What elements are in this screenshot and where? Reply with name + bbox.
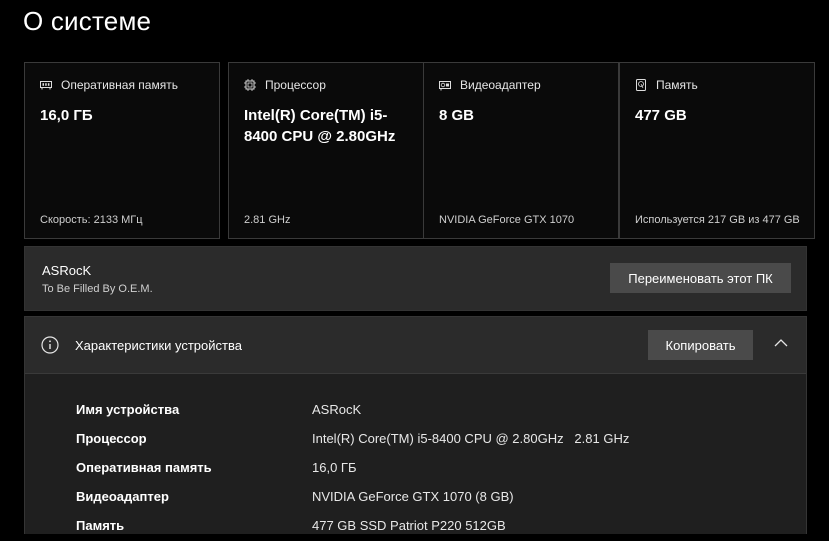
- ram-icon: [40, 79, 52, 91]
- spec-row: Оперативная память 16,0 ГБ: [25, 454, 806, 483]
- card-value: Intel(R) Core(TM) i5-8400 CPU @ 2.80GHz: [244, 107, 396, 145]
- spec-value: 16,0 ГБ: [312, 460, 357, 475]
- summary-cards: Оперативная память 16,0 ГБ Скорость: 213…: [24, 62, 815, 239]
- card-storage: Память 477 GB Используется 217 GB из 477…: [619, 62, 815, 239]
- card-label: Память: [656, 78, 698, 92]
- chevron-up-icon[interactable]: [773, 335, 789, 351]
- card-label: Процессор: [265, 78, 326, 92]
- device-specs-panel: Характеристики устройства Копировать Имя…: [24, 316, 807, 534]
- spec-row: Память 477 GB SSD Patriot P220 512GB: [25, 512, 806, 541]
- rename-pc-button[interactable]: Переименовать этот ПК: [610, 263, 791, 293]
- spec-key: Память: [76, 518, 125, 533]
- spec-key: Оперативная память: [76, 460, 212, 475]
- card-value: 477 GB: [635, 107, 687, 124]
- card-value: 8 GB: [439, 107, 475, 124]
- card-ram: Оперативная память 16,0 ГБ Скорость: 213…: [24, 62, 220, 239]
- card-footer: Используется 217 GB из 477 GB: [635, 214, 800, 226]
- cpu-icon: [244, 79, 256, 91]
- card-footer: NVIDIA GeForce GTX 1070: [439, 214, 575, 226]
- copy-button[interactable]: Копировать: [648, 330, 753, 360]
- spec-value: NVIDIA GeForce GTX 1070 (8 GB): [312, 489, 514, 504]
- card-value: 16,0 ГБ: [40, 107, 93, 124]
- info-icon: [41, 336, 59, 354]
- card-footer: 2.81 GHz: [244, 214, 291, 226]
- card-footer: Скорость: 2133 МГц: [40, 214, 143, 226]
- pc-model: To Be Filled By O.E.M.: [42, 283, 153, 295]
- card-cpu: Процессор Intel(R) Core(TM) i5-8400 CPU …: [228, 62, 424, 239]
- device-specs-title: Характеристики устройства: [75, 338, 242, 353]
- pc-name: ASRocK: [42, 263, 92, 278]
- spec-key: Видеоадаптер: [76, 489, 169, 504]
- device-specs-header[interactable]: Характеристики устройства Копировать: [25, 317, 806, 374]
- spec-value: ASRocK: [312, 402, 362, 417]
- spec-row: Видеоадаптер NVIDIA GeForce GTX 1070 (8 …: [25, 483, 806, 512]
- spec-key: Имя устройства: [76, 402, 180, 417]
- card-label: Видеоадаптер: [460, 78, 541, 92]
- spec-value: 477 GB SSD Patriot P220 512GB: [312, 518, 506, 533]
- pc-name-panel: ASRocK To Be Filled By O.E.M. Переименов…: [24, 246, 807, 311]
- spec-row: Имя устройства ASRocK: [25, 396, 806, 425]
- spec-key: Процессор: [76, 431, 147, 446]
- storage-icon: [635, 79, 647, 91]
- card-gpu: Видеоадаптер 8 GB NVIDIA GeForce GTX 107…: [423, 62, 619, 239]
- spec-value: Intel(R) Core(TM) i5-8400 CPU @ 2.80GHz …: [312, 431, 630, 446]
- card-label: Оперативная память: [61, 78, 178, 92]
- page-title: О системе: [23, 6, 152, 36]
- gpu-icon: [439, 79, 451, 91]
- spec-row: Процессор Intel(R) Core(TM) i5-8400 CPU …: [25, 425, 806, 454]
